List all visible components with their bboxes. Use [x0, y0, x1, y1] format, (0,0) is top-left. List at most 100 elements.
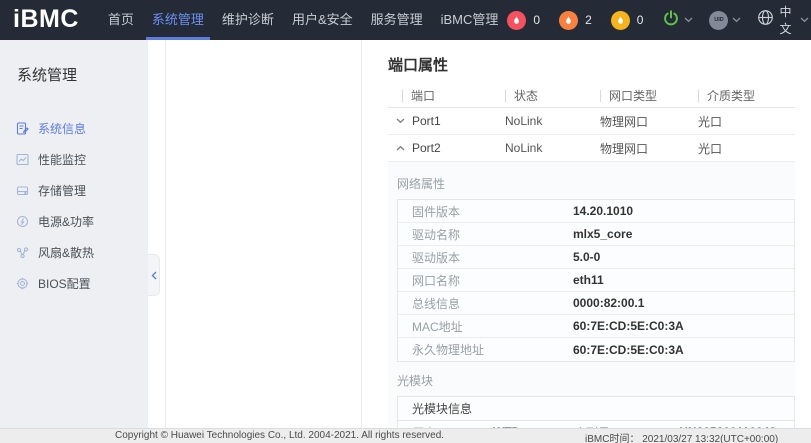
attr-label: 总线信息 [398, 295, 573, 312]
chevron-left-icon [151, 271, 157, 280]
top-navbar: iBMC 首页 系统管理 维护诊断 用户&安全 服务管理 iBMC管理 0 2 … [0, 0, 811, 40]
language-selector[interactable]: 中文 [757, 3, 809, 37]
page-body: 系统管理 系统信息 性能监控 存储管理 [0, 40, 811, 428]
port2-expanded-detail: 网络属性 固件版本 14.20.1010 驱动名称 mlx5_core 驱动版本… [388, 162, 795, 428]
attr-value: eth11 [573, 273, 604, 287]
critical-flame-icon [507, 11, 526, 30]
nav-item-maintenance-diagnosis[interactable]: 维护诊断 [213, 0, 283, 40]
network-attrs-title: 网络属性 [397, 175, 795, 192]
sidebar-item-label: 系统信息 [38, 120, 86, 137]
chart-icon [16, 153, 29, 166]
col-header-nic-type: 网口类型 [609, 87, 657, 104]
page-footer: Copyright © Huawei Technologies Co., Ltd… [0, 428, 811, 443]
attr-value: 14.20.1010 [573, 204, 633, 218]
col-header-port: 端口 [411, 87, 435, 104]
attr-value: 5.0-0 [573, 250, 600, 264]
network-attrs-table: 固件版本 14.20.1010 驱动名称 mlx5_core 驱动版本 5.0-… [397, 199, 795, 362]
port-name: Port2 [412, 141, 505, 155]
chevron-down-icon [684, 17, 693, 23]
port-nic-type: 物理网口 [600, 140, 698, 157]
ibmc-time-value: 2021/03/27 13:32(UTC+00:00) [642, 434, 778, 443]
sidebar-item-label: 性能监控 [38, 151, 86, 168]
port-status: NoLink [505, 114, 600, 128]
collapse-chevron-up-icon[interactable] [388, 145, 412, 151]
sidebar-item-storage-management[interactable]: 存储管理 [0, 175, 148, 206]
col-header-media-type: 介质类型 [707, 87, 755, 104]
document-icon [16, 122, 29, 135]
port-name: Port1 [412, 114, 505, 128]
secondary-panel [165, 40, 362, 428]
gear-icon [16, 277, 29, 290]
header-divider [505, 90, 506, 102]
sidebar-item-system-info[interactable]: 系统信息 [0, 113, 148, 144]
attr-label: 驱动名称 [398, 226, 573, 243]
major-alarm-count: 2 [585, 13, 592, 27]
sidebar-item-bios-config[interactable]: BIOS配置 [0, 268, 148, 299]
globe-icon [757, 9, 774, 31]
table-row: 厂商 WTD 序列号 HN205200110043 [398, 421, 794, 428]
fan-icon [16, 246, 29, 259]
attr-value: 60:7E:CD:5E:C0:3A [573, 343, 684, 357]
header-divider [600, 90, 601, 102]
sidebar-item-fan-cooling[interactable]: 风扇&散热 [0, 237, 148, 268]
port-properties-section: 端口属性 端口 状态 网口类型 介质类型 Port1 NoLink 物理网口 光… [362, 40, 811, 428]
sidebar: 系统管理 系统信息 性能监控 存储管理 [0, 40, 148, 428]
chevron-down-icon [732, 17, 741, 23]
main-area: 端口属性 端口 状态 网口类型 介质类型 Port1 NoLink 物理网口 光… [148, 40, 811, 428]
power-icon [662, 9, 680, 32]
attr-value: 0000:82:00.1 [573, 296, 644, 310]
nav-item-service-management[interactable]: 服务管理 [362, 0, 432, 40]
table-row: MAC地址 60:7E:CD:5E:C0:3A [398, 315, 794, 338]
power-control-dropdown[interactable] [662, 9, 693, 32]
attr-value: mlx5_core [573, 227, 632, 241]
attr-label: 网口名称 [398, 272, 573, 289]
language-label: 中文 [779, 3, 796, 37]
table-row: 总线信息 0000:82:00.1 [398, 292, 794, 315]
port-media-type: 光口 [698, 140, 795, 157]
nav-item-home[interactable]: 首页 [99, 0, 143, 40]
ibmc-logo: iBMC [13, 5, 79, 34]
ibmc-time-label: iBMC时间： [585, 434, 639, 443]
sidebar-collapse-handle[interactable] [148, 254, 160, 296]
major-alarm-badge[interactable]: 2 [559, 11, 592, 30]
port-table-header: 端口 状态 网口类型 介质类型 [388, 84, 795, 108]
nav-item-ibmc-management[interactable]: iBMC管理 [432, 0, 508, 40]
sidebar-item-performance-monitor[interactable]: 性能监控 [0, 144, 148, 175]
attr-value: 60:7E:CD:5E:C0:3A [573, 319, 684, 333]
uid-indicator-dropdown[interactable]: UID [709, 11, 741, 30]
sidebar-item-label: 电源&功率 [38, 213, 94, 230]
uid-icon: UID [709, 11, 728, 30]
ibmc-time: iBMC时间： 2021/03/27 13:32(UTC+00:00) [585, 430, 778, 443]
table-row: 驱动名称 mlx5_core [398, 223, 794, 246]
optical-table-header: 光模块信息 [398, 397, 794, 421]
optical-module-table: 光模块信息 厂商 WTD 序列号 HN205200110043 [397, 396, 795, 428]
critical-alarm-badge[interactable]: 0 [507, 11, 540, 30]
table-row-port1[interactable]: Port1 NoLink 物理网口 光口 [388, 108, 795, 135]
table-row: 固件版本 14.20.1010 [398, 200, 794, 223]
nav-item-user-security[interactable]: 用户&安全 [283, 0, 362, 40]
expand-chevron-down-icon[interactable] [388, 118, 412, 124]
sidebar-item-power[interactable]: 电源&功率 [0, 206, 148, 237]
section-title: 端口属性 [388, 54, 795, 75]
table-row: 永久物理地址 60:7E:CD:5E:C0:3A [398, 338, 794, 361]
attr-label: 永久物理地址 [398, 341, 573, 358]
major-flame-icon [559, 11, 578, 30]
minor-alarm-count: 0 [637, 13, 644, 27]
minor-alarm-badge[interactable]: 0 [611, 11, 644, 30]
header-divider [402, 90, 403, 102]
minor-flame-icon [611, 11, 630, 30]
sidebar-item-label: 风扇&散热 [38, 244, 94, 261]
attr-label: 固件版本 [398, 203, 573, 220]
table-row: 网口名称 eth11 [398, 269, 794, 292]
port-nic-type: 物理网口 [600, 113, 698, 130]
optical-module-title: 光模块 [397, 372, 795, 389]
sidebar-item-label: 存储管理 [38, 182, 86, 199]
copyright-text: Copyright © Huawei Technologies Co., Ltd… [115, 430, 444, 441]
critical-alarm-count: 0 [533, 13, 540, 27]
sidebar-title: 系统管理 [17, 64, 148, 85]
sidebar-item-label: BIOS配置 [38, 275, 91, 292]
storage-icon [16, 184, 29, 197]
table-row-port2[interactable]: Port2 NoLink 物理网口 光口 [388, 135, 795, 162]
port-media-type: 光口 [698, 113, 795, 130]
nav-item-system-management[interactable]: 系统管理 [143, 0, 213, 40]
